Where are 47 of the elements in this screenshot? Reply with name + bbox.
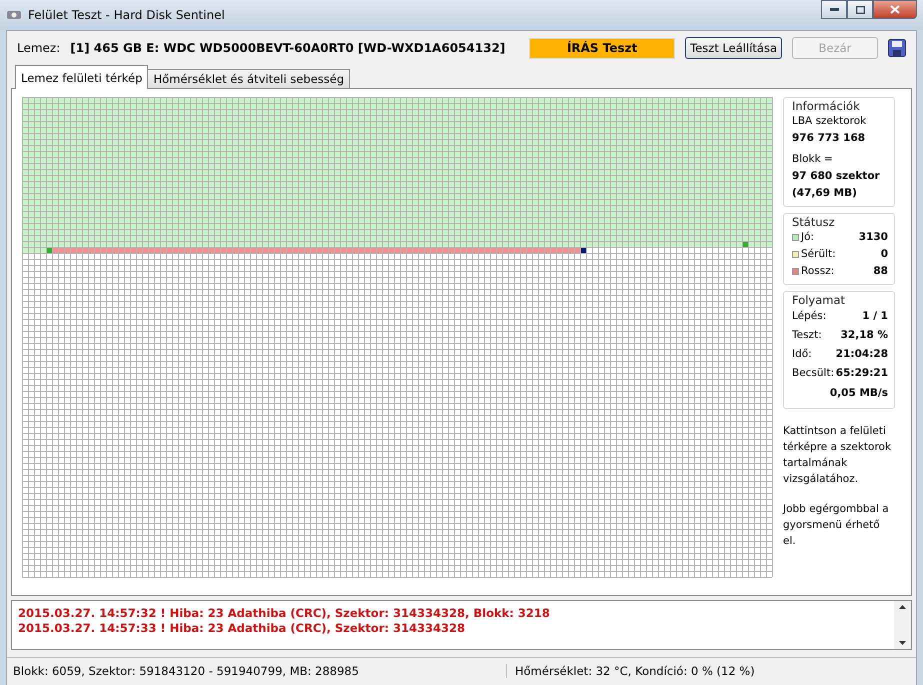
tab[interactable]: Hőmérséklet és átviteli sebesség [147,69,350,89]
disk-label: Lemez: [17,41,60,55]
progress-label: Becsült: [792,366,834,381]
minimize-button[interactable] [821,0,847,19]
status-value: 3130 [858,230,888,245]
log-entry: 2015.03.27. 14:57:33 ! Hiba: 23 Adathiba (CRC), Szektor: 314334328 [18,621,466,636]
save-icon[interactable] [888,39,906,57]
status-value: 0 [880,247,888,262]
scroll-down-icon[interactable] [899,641,906,645]
progress-value: 65:29:21 [836,366,888,381]
progress-label: Teszt: [792,328,822,343]
scrollbar[interactable] [894,601,911,649]
close-icon [890,5,900,14]
maximize-icon [856,6,864,14]
disk-name: [1] 465 GB E: WDC WD5000BEVT-60A0RT0 [WD-WXD1A6054132] [70,41,506,55]
progress-value: 1 / 1 [862,309,888,324]
status-label: Rossz: [801,264,834,279]
hint-text: Kattintson a felületi térképre a szektorok tartalmának vizsgálatához. [783,424,892,487]
progress-value: 21:04:28 [836,347,888,362]
scroll-up-icon[interactable] [899,605,906,609]
window-title: Felület Teszt - Hard Disk Sentinel [28,8,226,22]
app-icon [6,8,22,22]
status-value: 88 [873,264,888,279]
progress-label: Lépés: [792,309,826,324]
block-size: (47,69 MB) [792,186,858,201]
maximize-button[interactable] [847,0,873,19]
stop-test-button[interactable]: Teszt Leállítása [685,37,782,59]
block-info: Blokk: 6059, Szektor: 591843120 - 591940799, MB: 288985 [7,664,507,678]
block-label: Blokk = [792,152,834,167]
transfer-speed: 0,05 MB/s [830,386,888,401]
test-mode-indicator: ÍRÁS Teszt [529,38,676,58]
hint-text: Jobb egérgombbal a gyorsmenü érhető el. [783,502,890,549]
health-info: Hőmérséklet: 32 °C, Kondíció: 0 % (12 %) [514,664,755,678]
close-button[interactable] [873,0,917,19]
status-label: Sérült: [801,247,836,262]
log-entry: 2015.03.27. 14:57:32 ! Hiba: 23 Adathiba (CRC), Szektor: 314334328, Blokk: 3218 [18,606,551,621]
progress-label: Idő: [792,347,812,362]
group-title: Folyamat [792,293,846,307]
minimize-icon [830,8,838,11]
group-title: Státusz [792,215,836,229]
progress-value: 32,18 % [840,328,888,343]
lba-value: 976 773 168 [792,131,866,146]
group-title: Információk [792,99,861,113]
status-label: Jó: [801,230,814,245]
block-value: 97 680 szektor [792,169,881,184]
tab[interactable]: Lemez felületi térkép [15,65,148,89]
lba-label: LBA szektorok [792,114,868,129]
